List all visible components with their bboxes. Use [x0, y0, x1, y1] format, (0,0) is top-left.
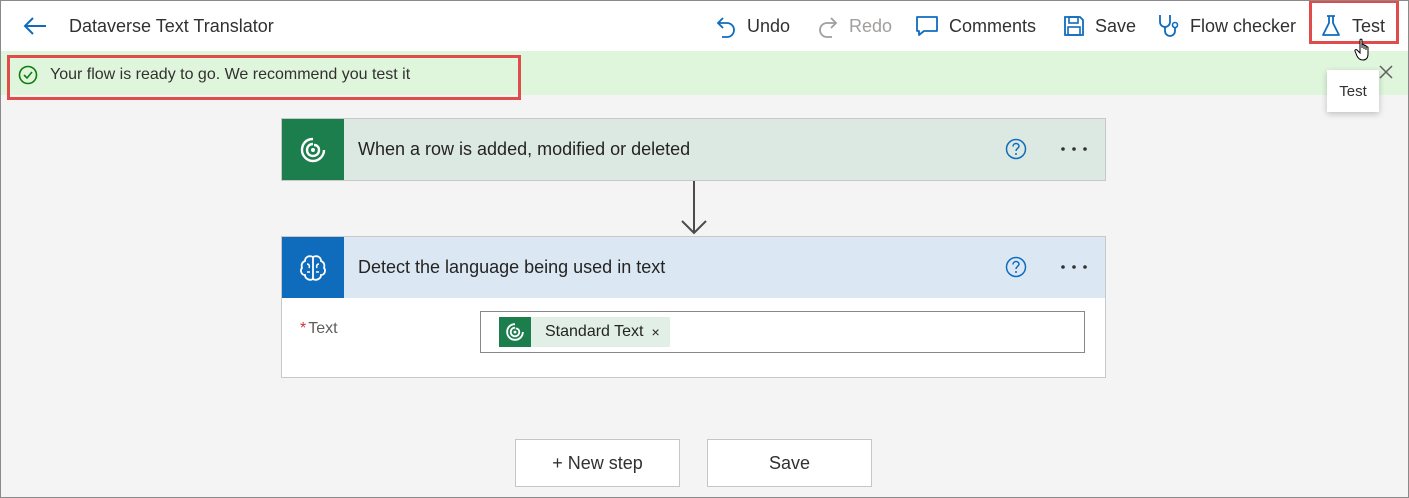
help-icon[interactable]: [1005, 138, 1027, 160]
text-field-input[interactable]: Standard Text ×: [480, 311, 1085, 353]
text-field-label: * Text: [300, 320, 338, 338]
more-options-icon[interactable]: [1059, 257, 1089, 277]
help-icon[interactable]: [1005, 256, 1027, 278]
trigger-card[interactable]: When a row is added, modified or deleted: [281, 118, 1106, 181]
save-icon: [1064, 16, 1084, 36]
redo-label: Redo: [849, 15, 893, 36]
token-label: Standard Text: [545, 323, 644, 340]
hand-cursor-icon: [1354, 38, 1369, 61]
save-button[interactable]: Save: [1063, 11, 1136, 41]
flow-title: Dataverse Text Translator: [69, 16, 274, 36]
back-button[interactable]: [21, 13, 49, 39]
redo-icon: [819, 17, 838, 38]
dataverse-icon: [282, 119, 344, 180]
more-options-icon[interactable]: [1059, 139, 1089, 159]
flow-checker-button[interactable]: Flow checker: [1156, 11, 1296, 41]
action-title: Detect the language being used in text: [358, 257, 666, 277]
action-card[interactable]: Detect the language being used in text: [281, 236, 1106, 378]
back-arrow-icon: [23, 17, 46, 35]
undo-button[interactable]: Undo: [715, 11, 790, 41]
trigger-title: When a row is added, modified or deleted: [358, 139, 691, 159]
close-icon[interactable]: [1378, 64, 1394, 80]
comment-icon: [916, 16, 938, 36]
top-command-bar: Dataverse Text Translator Undo Redo Comm…: [1, 1, 1408, 51]
dataverse-icon: [499, 317, 531, 347]
new-step-button[interactable]: + New step: [515, 439, 680, 487]
flow-checker-label: Flow checker: [1190, 15, 1297, 36]
connector-arrow-icon: [681, 181, 707, 235]
token-remove-button[interactable]: ×: [651, 324, 659, 340]
text-field-label-text: Text: [308, 320, 338, 337]
save-flow-button[interactable]: Save: [707, 439, 872, 487]
required-marker: *: [300, 320, 307, 337]
trigger-card-header[interactable]: When a row is added, modified or deleted: [282, 119, 1105, 180]
undo-icon: [716, 17, 735, 38]
redo-button[interactable]: Redo: [817, 11, 892, 41]
notification-highlight: [7, 55, 521, 100]
undo-label: Undo: [747, 15, 791, 36]
comments-label: Comments: [949, 15, 1037, 36]
comments-button[interactable]: Comments: [915, 11, 1036, 41]
ai-brain-icon: [282, 237, 344, 298]
test-tooltip: Test: [1327, 70, 1379, 112]
save-label: Save: [1095, 15, 1137, 36]
stethoscope-icon: [1159, 15, 1179, 37]
action-card-header[interactable]: Detect the language being used in text: [282, 237, 1105, 298]
dynamic-content-token[interactable]: Standard Text ×: [499, 317, 670, 347]
